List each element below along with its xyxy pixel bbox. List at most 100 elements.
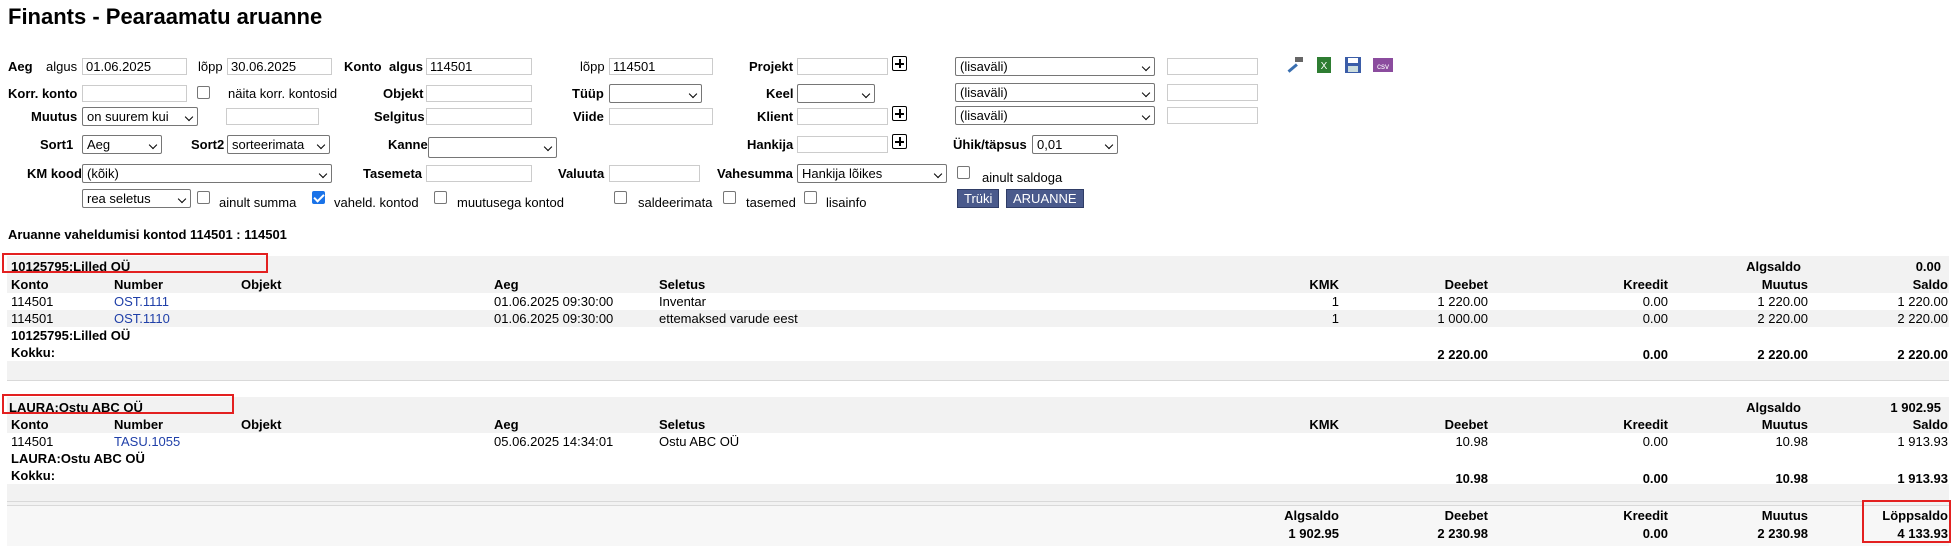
cell-kmk: 1 [1331,294,1339,309]
sort2-select[interactable]: sorteerimata [227,135,330,154]
tuup-select[interactable] [609,84,702,103]
cell-kreedit: 0.00 [1642,294,1668,309]
ainult-saldoga-label: ainult saldoga [982,170,1063,185]
total-muutus: 2 220.00 [1757,347,1808,362]
grand-kreedit: 0.00 [1642,526,1668,541]
km-kood-select[interactable]: (kõik) [82,164,332,183]
print-button[interactable]: Trüki [957,189,1000,208]
date-end-input[interactable] [227,58,332,75]
total-kreedit: 0.00 [1642,471,1668,486]
excel-icon[interactable]: X [1314,55,1334,75]
saldeerimata-label: saldeerimata [638,195,713,210]
lisavali-select-1[interactable]: (lisaväli) [955,57,1155,76]
lisainfo-checkbox[interactable] [804,191,817,204]
hankija-input[interactable] [797,136,888,153]
lisavali-input-1[interactable] [1167,58,1258,75]
uhik-select[interactable]: 0,01 [1032,135,1118,154]
ainult-saldoga-checkbox[interactable] [957,166,970,179]
account-end-input[interactable] [609,58,713,75]
algus-label: algus [46,59,78,74]
grand-total-block: Algsaldo Deebet Kreedit Muutus Löppsaldo… [7,505,1949,546]
klient-label: Klient [757,109,794,124]
document-link[interactable]: OST.1111 [114,294,169,309]
lisavali-input-3[interactable] [1167,107,1258,124]
document-link[interactable]: OST.1110 [114,311,170,326]
col-saldo: Saldo [1912,277,1948,292]
account-start-input[interactable] [426,58,532,75]
col-kmk: KMK [1309,417,1339,432]
klient-input[interactable] [797,108,888,125]
cell-aeg: 01.06.2025 09:30:00 [494,294,614,309]
rea-seletus-select[interactable]: rea seletus [82,189,191,208]
muutusega-kontod-checkbox[interactable] [434,191,447,204]
document-link[interactable]: TASU.1055 [114,434,180,449]
group-total-values: 2 220.00 0.00 2 220.00 2 220.00 [7,347,1949,379]
ainult-summa-checkbox[interactable] [197,191,210,204]
kanne-select[interactable] [428,137,557,158]
korr-konto-input[interactable] [82,85,187,102]
viide-label: Viide [573,109,604,124]
kokku-label: Kokku: [11,468,56,483]
objekt-input[interactable] [426,85,532,102]
selgitus-input[interactable] [426,108,532,125]
cell-aeg: 01.06.2025 09:30:00 [494,311,614,326]
table-header: Konto Number Objekt Aeg Seletus KMK Deeb… [7,276,1949,293]
cell-kmk: 1 [1331,311,1339,326]
total-deebet: 2 220.00 [1437,347,1488,362]
group-footer-name: LAURA:Ostu ABC OÜ [11,451,145,466]
col-muutus: Muutus [1761,417,1808,432]
report-button[interactable]: ARUANNE [1006,189,1084,208]
muutus-input[interactable] [226,108,319,125]
col-kreedit: Kreedit [1623,277,1668,292]
tools-icon[interactable] [1285,55,1305,75]
keel-select[interactable] [797,84,875,103]
save-icon[interactable] [1343,55,1363,75]
date-start-input[interactable] [82,58,187,75]
cell-konto: 114501 [11,294,54,309]
saldeerimata-checkbox[interactable] [614,191,627,204]
table-row: 114501 OST.1111 01.06.2025 09:30:00 Inve… [7,293,1949,310]
project-add-icon[interactable] [892,56,907,71]
col-number: Number [114,277,164,292]
klient-add-icon[interactable] [892,106,907,121]
vaheld-kontod-checkbox[interactable] [312,191,325,204]
total-saldo: 1 913.93 [1897,471,1948,486]
grand-muutus-label: Muutus [1761,508,1808,523]
csv-icon[interactable]: csv [1372,55,1393,75]
cell-muutus: 10.98 [1775,434,1808,449]
cell-saldo: 1 913.93 [1897,434,1948,449]
kanne-label: Kanne [388,137,428,152]
lisavali-select-3[interactable]: (lisaväli) [955,106,1155,125]
loppsaldo-highlight [1862,500,1951,543]
km-kood-label: KM kood [27,166,82,181]
ainult-summa-label: ainult summa [219,195,297,210]
col-number: Number [114,417,164,432]
lisavali-select-2[interactable]: (lisaväli) [955,83,1155,102]
valuuta-input[interactable] [609,165,700,182]
lisavali-input-2[interactable] [1167,84,1258,101]
tuup-label: Tüüp [572,86,604,101]
col-kreedit: Kreedit [1623,417,1668,432]
tasemed-checkbox[interactable] [723,191,736,204]
sort1-select[interactable]: Aeg [82,135,162,154]
naita-korr-checkbox[interactable] [197,86,210,99]
svg-text:X: X [1321,61,1328,72]
project-input[interactable] [797,58,888,75]
hankija-add-icon[interactable] [892,134,907,149]
table-row: 114501 OST.1110 01.06.2025 09:30:00 ette… [7,310,1949,327]
konto-lopp-label: lõpp [580,59,605,74]
total-deebet: 10.98 [1455,471,1488,486]
grand-algsaldo-label: Algsaldo [1284,508,1339,523]
konto-label: Konto [344,59,382,74]
viide-input[interactable] [609,108,713,125]
svg-text:csv: csv [1377,62,1389,71]
lisainfo-label: lisainfo [826,195,867,210]
vahesumma-select[interactable]: Hankija lõikes [797,164,947,183]
grand-muutus: 2 230.98 [1757,526,1808,541]
hankija-label: Hankija [747,137,794,152]
tasemeta-input[interactable] [426,165,532,182]
projekt-label: Projekt [749,59,794,74]
muutus-select[interactable]: on suurem kui [82,107,198,126]
cell-deebet: 10.98 [1455,434,1488,449]
grand-deebet-label: Deebet [1444,508,1488,523]
